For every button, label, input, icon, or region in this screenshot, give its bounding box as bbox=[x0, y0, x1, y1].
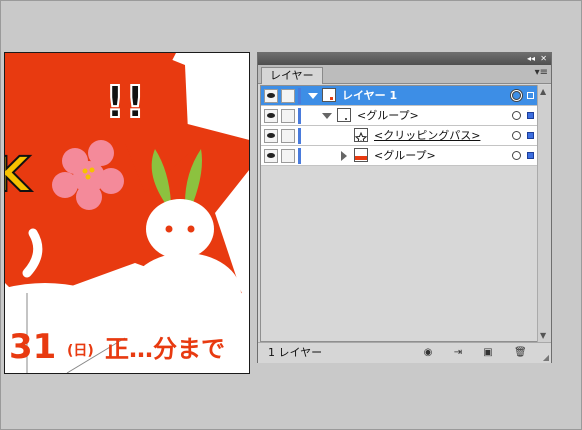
exclamation-text: !! bbox=[105, 77, 145, 128]
layer-row-clipping-path[interactable]: <クリッピングパス> bbox=[261, 126, 537, 146]
selection-indicator[interactable] bbox=[527, 132, 534, 139]
lock-toggle[interactable] bbox=[281, 89, 295, 103]
group-name[interactable]: <グループ> bbox=[357, 106, 419, 126]
layer-row-group[interactable]: <グループ> bbox=[261, 106, 537, 126]
create-sublayer-icon[interactable]: ⇥ bbox=[452, 347, 464, 359]
layer-color-bar bbox=[298, 88, 301, 104]
date-rest-text: 正…分まで bbox=[105, 335, 225, 363]
eye-icon[interactable] bbox=[264, 129, 278, 143]
delete-icon[interactable]: 🗑 bbox=[514, 347, 527, 359]
layer-row-layer-1[interactable]: レイヤー 1 bbox=[261, 86, 537, 106]
panel-menu-icon[interactable]: ▾≡ bbox=[535, 67, 548, 78]
expand-triangle-icon[interactable] bbox=[322, 113, 332, 119]
layer-list: レイヤー 1 <グループ> <クリッピングパス> <グループ> bbox=[260, 85, 538, 342]
layer-list-scrollbar[interactable]: ▲ ▼ bbox=[537, 85, 551, 342]
app-window: !! K bbox=[0, 0, 582, 430]
make-clipping-mask-icon[interactable]: ◉ bbox=[422, 347, 434, 359]
clipping-path-name[interactable]: <クリッピングパス> bbox=[374, 126, 480, 146]
expand-triangle-icon[interactable] bbox=[308, 93, 318, 99]
panel-footer: 1 レイヤー ◉ ⇥ ▣ 🗑 ◢ bbox=[258, 342, 551, 363]
layer-color-bar bbox=[298, 108, 301, 124]
layers-panel: ◂◂ ✕ レイヤー ▾≡ レイヤー 1 <グループ> <クリッピングパス> <グ… bbox=[257, 52, 552, 363]
selection-indicator[interactable] bbox=[527, 152, 534, 159]
artboard-canvas[interactable]: !! K bbox=[4, 52, 250, 374]
eye-icon[interactable] bbox=[264, 109, 278, 123]
target-icon[interactable] bbox=[512, 111, 521, 120]
thumbnail-mark bbox=[330, 97, 333, 100]
double-chevron-icon[interactable]: ◂◂ bbox=[527, 53, 535, 65]
target-icon[interactable] bbox=[512, 91, 521, 100]
panel-tab-strip: レイヤー ▾≡ bbox=[258, 65, 551, 84]
layer-thumbnail bbox=[322, 88, 336, 102]
target-icon[interactable] bbox=[512, 131, 521, 140]
lock-toggle[interactable] bbox=[281, 149, 295, 163]
thumbnail-mark bbox=[345, 118, 347, 120]
scroll-up-icon[interactable]: ▲ bbox=[540, 87, 546, 96]
artwork-illustration: !! K bbox=[5, 53, 249, 373]
scroll-down-icon[interactable]: ▼ bbox=[540, 331, 546, 340]
layer-color-bar bbox=[298, 148, 301, 164]
layer-count-label: 1 レイヤー bbox=[268, 346, 323, 359]
panel-titlebar[interactable]: ◂◂ ✕ bbox=[258, 53, 551, 65]
group-thumbnail bbox=[337, 108, 351, 122]
layer-name[interactable]: レイヤー 1 bbox=[342, 86, 397, 106]
selection-indicator[interactable] bbox=[527, 112, 534, 119]
lock-toggle[interactable] bbox=[281, 129, 295, 143]
expand-triangle-icon[interactable] bbox=[341, 151, 347, 161]
date-paren-text: (日) bbox=[67, 343, 94, 359]
resize-grip-icon[interactable]: ◢ bbox=[543, 353, 549, 362]
yellow-letter-fragment: K bbox=[5, 147, 32, 203]
lock-toggle[interactable] bbox=[281, 109, 295, 123]
group-thumbnail bbox=[354, 148, 368, 162]
target-icon[interactable] bbox=[512, 151, 521, 160]
layer-color-bar bbox=[298, 128, 301, 144]
tab-layers[interactable]: レイヤー bbox=[261, 67, 323, 84]
star-icon bbox=[355, 131, 367, 141]
close-icon[interactable]: ✕ bbox=[540, 53, 547, 65]
create-layer-icon[interactable]: ▣ bbox=[482, 347, 494, 359]
layer-row-group-2[interactable]: <グループ> bbox=[261, 146, 537, 166]
selection-indicator[interactable] bbox=[527, 92, 534, 99]
group-name[interactable]: <グループ> bbox=[374, 146, 436, 166]
date-number-text: 31 bbox=[9, 327, 56, 367]
eye-icon[interactable] bbox=[264, 149, 278, 163]
eye-icon[interactable] bbox=[264, 89, 278, 103]
thumbnail-mark bbox=[355, 156, 367, 160]
star-thumbnail bbox=[354, 128, 368, 142]
